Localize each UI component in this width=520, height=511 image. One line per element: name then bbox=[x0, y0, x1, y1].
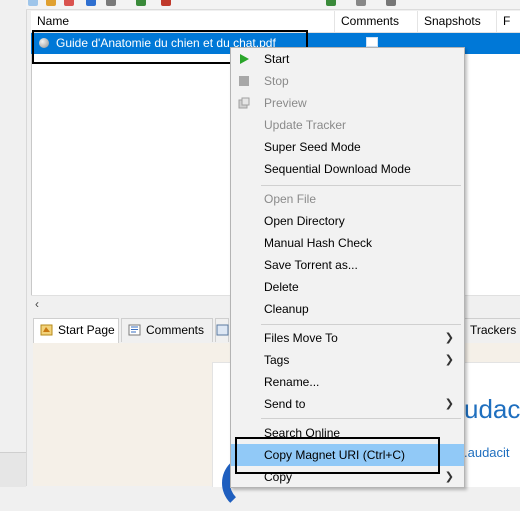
menu-item-update-tracker[interactable]: Update Tracker bbox=[231, 114, 464, 136]
submenu-arrow-icon: ❯ bbox=[444, 471, 454, 483]
tab-comments-label: Comments bbox=[146, 323, 205, 337]
ad-url[interactable]: .audacit bbox=[464, 445, 510, 460]
start-page-icon bbox=[40, 324, 53, 336]
toolbar-remove-icon[interactable] bbox=[64, 0, 74, 6]
menu-separator bbox=[261, 185, 461, 186]
menu-item-delete[interactable]: Delete bbox=[231, 276, 464, 298]
comments-icon bbox=[128, 324, 141, 336]
menu-separator bbox=[261, 418, 461, 419]
tab-icon bbox=[216, 324, 229, 336]
left-panel-footer bbox=[0, 452, 26, 487]
submenu-arrow-icon: ❯ bbox=[444, 354, 454, 366]
tab-partial[interactable] bbox=[215, 318, 229, 342]
menu-item-send-to[interactable]: Send to ❯ bbox=[231, 393, 464, 415]
column-f[interactable]: F bbox=[497, 11, 520, 32]
toolbar-stop-icon[interactable] bbox=[106, 0, 116, 6]
highlight-box-menu-item bbox=[235, 437, 440, 474]
menu-item-stop[interactable]: Stop bbox=[231, 70, 464, 92]
toolbar-rss-icon[interactable] bbox=[326, 0, 336, 6]
menu-item-cleanup[interactable]: Cleanup bbox=[231, 298, 464, 320]
column-snapshots[interactable]: Snapshots bbox=[418, 11, 497, 32]
menu-item-files-move-to[interactable]: Files Move To ❯ bbox=[231, 327, 464, 349]
play-icon bbox=[240, 54, 249, 64]
menu-item-rename[interactable]: Rename... bbox=[231, 371, 464, 393]
menu-separator bbox=[261, 324, 461, 325]
submenu-arrow-icon: ❯ bbox=[444, 332, 454, 344]
tab-start-page-label: Start Page bbox=[58, 323, 115, 337]
menu-item-manual-hash-check[interactable]: Manual Hash Check bbox=[231, 232, 464, 254]
toolbar-down-icon[interactable] bbox=[161, 0, 171, 6]
scroll-left-icon[interactable]: ‹ bbox=[35, 296, 39, 312]
tab-start-page[interactable]: Start Page bbox=[33, 318, 119, 343]
preview-icon bbox=[238, 97, 250, 109]
menu-item-sequential-download[interactable]: Sequential Download Mode bbox=[231, 158, 464, 180]
column-comments[interactable]: Comments bbox=[335, 11, 418, 32]
context-menu: Start Stop Preview Update Tracker Super … bbox=[230, 47, 465, 488]
tab-trackers[interactable]: Trackers bbox=[461, 318, 520, 342]
toolbar-settings-icon[interactable] bbox=[356, 0, 366, 6]
submenu-arrow-icon: ❯ bbox=[444, 398, 454, 410]
toolbar-download-icon[interactable] bbox=[46, 0, 56, 6]
column-name[interactable]: Name bbox=[31, 11, 335, 32]
stop-icon bbox=[239, 76, 249, 86]
toolbar-search-icon[interactable] bbox=[386, 0, 396, 6]
menu-item-tags[interactable]: Tags ❯ bbox=[231, 349, 464, 371]
menu-item-preview[interactable]: Preview bbox=[231, 92, 464, 114]
menu-item-super-seed-mode[interactable]: Super Seed Mode bbox=[231, 136, 464, 158]
toolbar bbox=[26, 0, 520, 10]
ad-title: udac bbox=[464, 394, 520, 424]
menu-item-save-torrent-as[interactable]: Save Torrent as... bbox=[231, 254, 464, 276]
menu-item-open-directory[interactable]: Open Directory bbox=[231, 210, 464, 232]
menu-item-start[interactable]: Start bbox=[231, 48, 464, 70]
comments-checkbox-icon bbox=[366, 37, 378, 47]
toolbar-start-icon[interactable] bbox=[86, 0, 96, 6]
toolbar-up-icon[interactable] bbox=[136, 0, 146, 6]
tab-comments[interactable]: Comments bbox=[121, 318, 213, 342]
left-panel bbox=[0, 0, 27, 487]
tab-trackers-label: Trackers bbox=[470, 323, 517, 337]
toolbar-add-icon[interactable] bbox=[28, 0, 38, 6]
menu-item-open-file[interactable]: Open File bbox=[231, 188, 464, 210]
